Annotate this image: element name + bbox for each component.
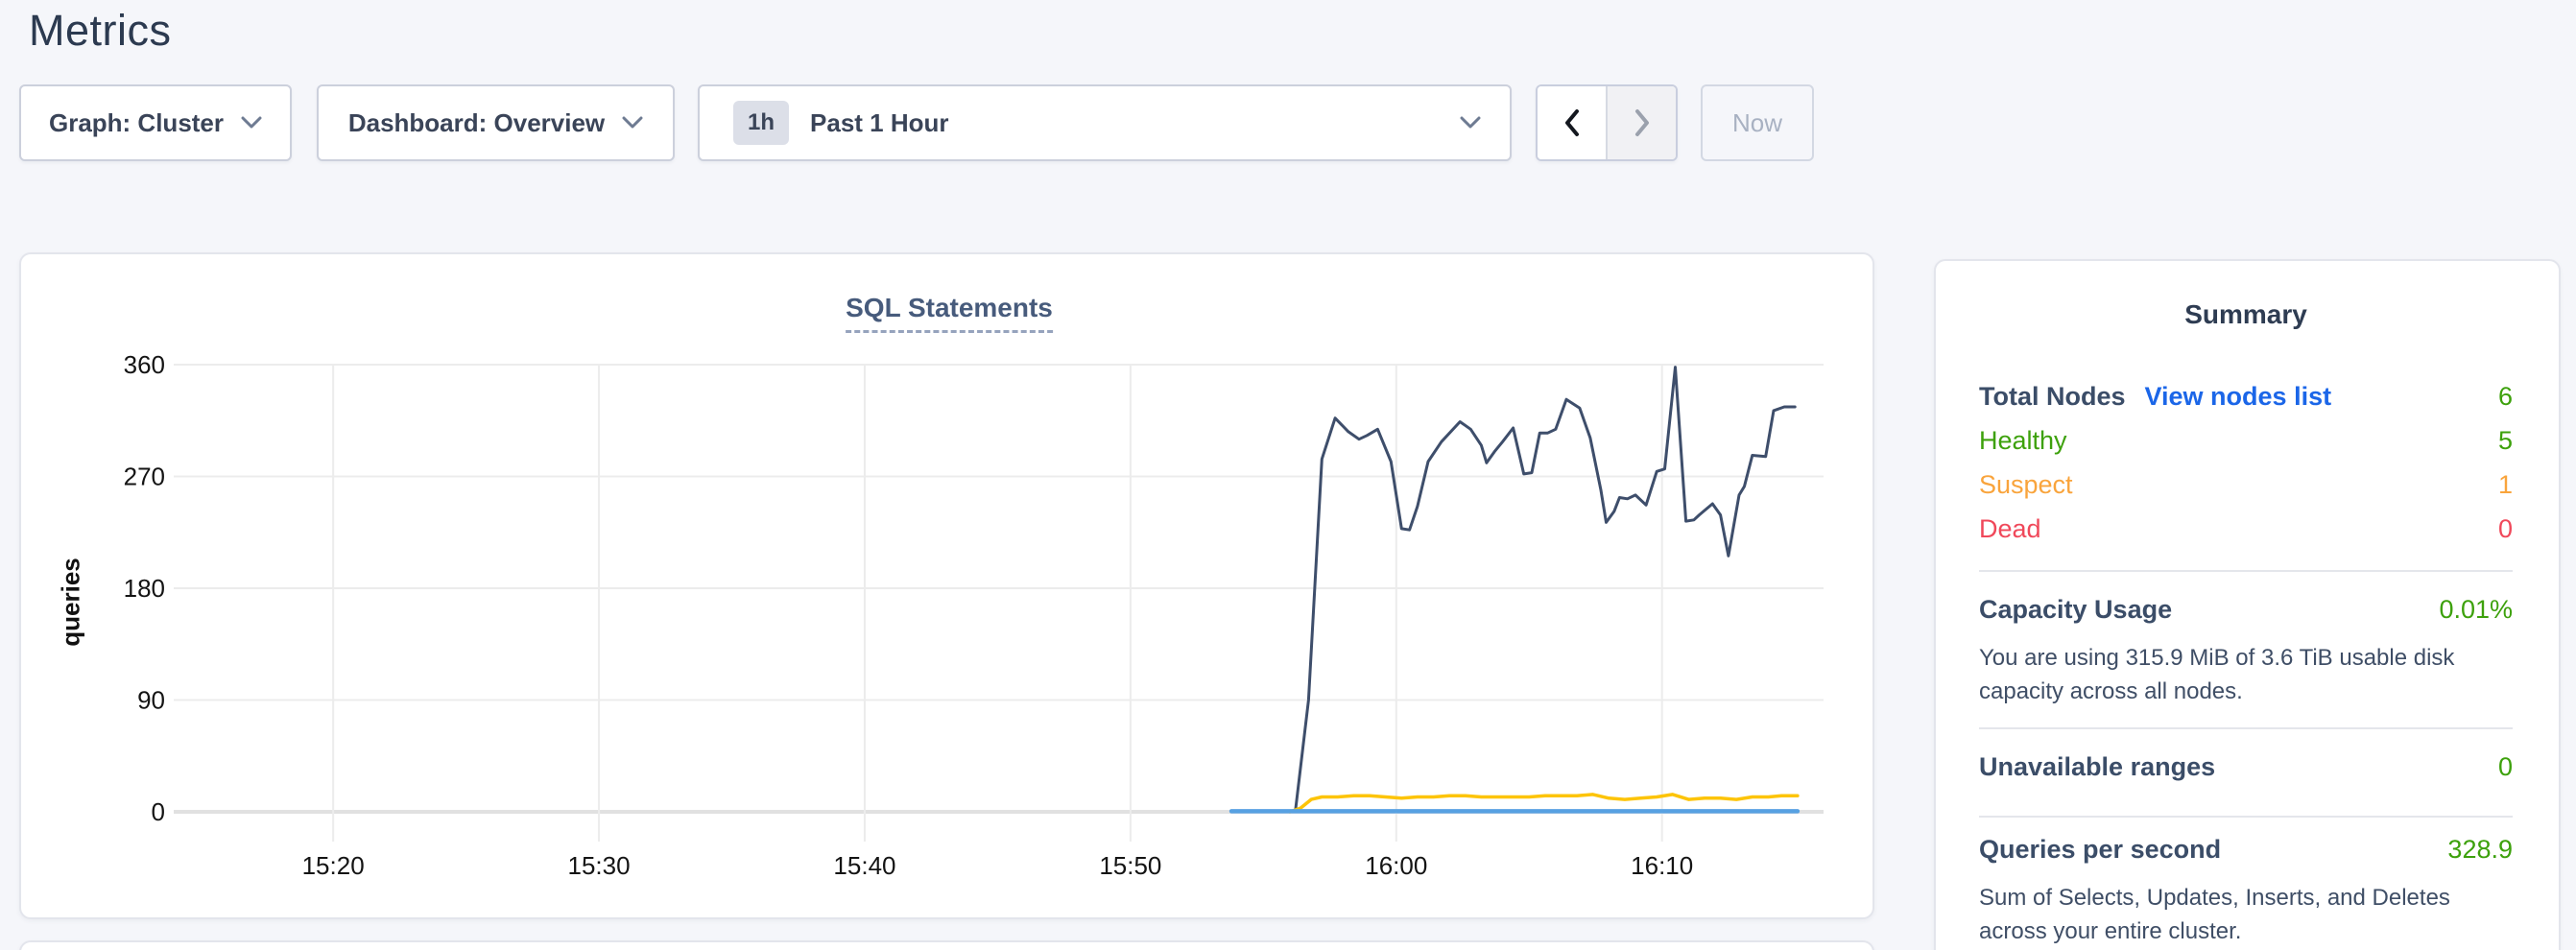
queries-per-second-label: Queries per second [1979, 835, 2221, 865]
unavailable-ranges-label: Unavailable ranges [1979, 752, 2215, 782]
x-tick-label: 15:30 [568, 851, 631, 880]
next-time-button[interactable] [1606, 86, 1676, 159]
queries-per-second-section: Queries per second 328.9 Sum of Selects,… [1979, 816, 2513, 948]
y-tick-label: 180 [124, 574, 165, 603]
prev-time-button[interactable] [1538, 86, 1606, 159]
capacity-usage-value: 0.01% [2439, 595, 2513, 625]
time-range-dropdown[interactable]: 1h Past 1 Hour [698, 84, 1512, 161]
total-nodes-label: Total Nodes [1979, 382, 2126, 412]
y-axis-label: queries [57, 545, 86, 660]
queries-per-second-value: 328.9 [2447, 835, 2513, 865]
queries-per-second-description: Sum of Selects, Updates, Inserts, and De… [1979, 881, 2513, 948]
y-tick-label: 90 [137, 686, 165, 715]
chevron-right-icon [1634, 108, 1651, 137]
time-step-group [1536, 84, 1678, 161]
capacity-usage-label: Capacity Usage [1979, 595, 2172, 625]
dead-nodes-row: Dead 0 [1979, 514, 2513, 558]
chevron-down-icon [241, 116, 262, 130]
dashboard-dropdown[interactable]: Dashboard: Overview [317, 84, 675, 161]
page-title: Metrics [29, 6, 172, 56]
time-range-label: Past 1 Hour [810, 108, 949, 138]
sql-statements-chart-card: 0 90 180 270 360 15:20 15:30 15:40 15:50 16:00 16:… [19, 252, 1874, 919]
unavailable-ranges-section: Unavailable ranges 0 [1979, 727, 2513, 793]
suspect-nodes-row: Suspect 1 [1979, 470, 2513, 514]
suspect-label: Suspect [1979, 470, 2073, 500]
next-chart-card [19, 940, 1874, 950]
line-chart[interactable]: 0 90 180 270 360 15:20 15:30 15:40 15:50 16:00 16:… [21, 254, 1876, 921]
capacity-usage-description: You are using 315.9 MiB of 3.6 TiB usabl… [1979, 641, 2513, 708]
graph-dropdown[interactable]: Graph: Cluster [19, 84, 292, 161]
now-button[interactable]: Now [1701, 84, 1814, 161]
chart-title[interactable]: SQL Statements [846, 293, 1053, 333]
x-tick-label: 15:20 [302, 851, 365, 880]
healthy-label: Healthy [1979, 426, 2067, 456]
y-tick-label: 270 [124, 463, 165, 491]
view-nodes-list-link[interactable]: View nodes list [2145, 382, 2332, 412]
x-tick-label: 15:40 [833, 851, 895, 880]
y-tick-label: 360 [124, 350, 165, 379]
dead-value: 0 [2498, 514, 2513, 544]
x-tick-label: 15:50 [1099, 851, 1161, 880]
graph-dropdown-label: Graph: Cluster [49, 108, 224, 138]
dashboard-dropdown-label: Dashboard: Overview [348, 108, 605, 138]
summary-heading: Summary [1979, 299, 2513, 330]
y-tick-label: 0 [152, 797, 165, 826]
healthy-value: 5 [2498, 426, 2513, 456]
suspect-value: 1 [2498, 470, 2513, 500]
capacity-usage-section: Capacity Usage 0.01% You are using 315.9… [1979, 570, 2513, 708]
x-tick-label: 16:10 [1631, 851, 1693, 880]
chart-series-navy [1296, 368, 1796, 812]
time-range-badge: 1h [733, 101, 789, 145]
x-tick-label: 16:00 [1365, 851, 1427, 880]
chevron-left-icon [1563, 108, 1581, 137]
total-nodes-value: 6 [2498, 382, 2513, 412]
chevron-down-icon [1460, 116, 1481, 130]
chevron-down-icon [622, 116, 643, 130]
healthy-nodes-row: Healthy 5 [1979, 426, 2513, 470]
unavailable-ranges-value: 0 [2498, 752, 2513, 782]
dead-label: Dead [1979, 514, 2041, 544]
summary-panel: Summary Total Nodes View nodes list 6 He… [1934, 259, 2561, 950]
total-nodes-row: Total Nodes View nodes list 6 [1979, 382, 2513, 426]
